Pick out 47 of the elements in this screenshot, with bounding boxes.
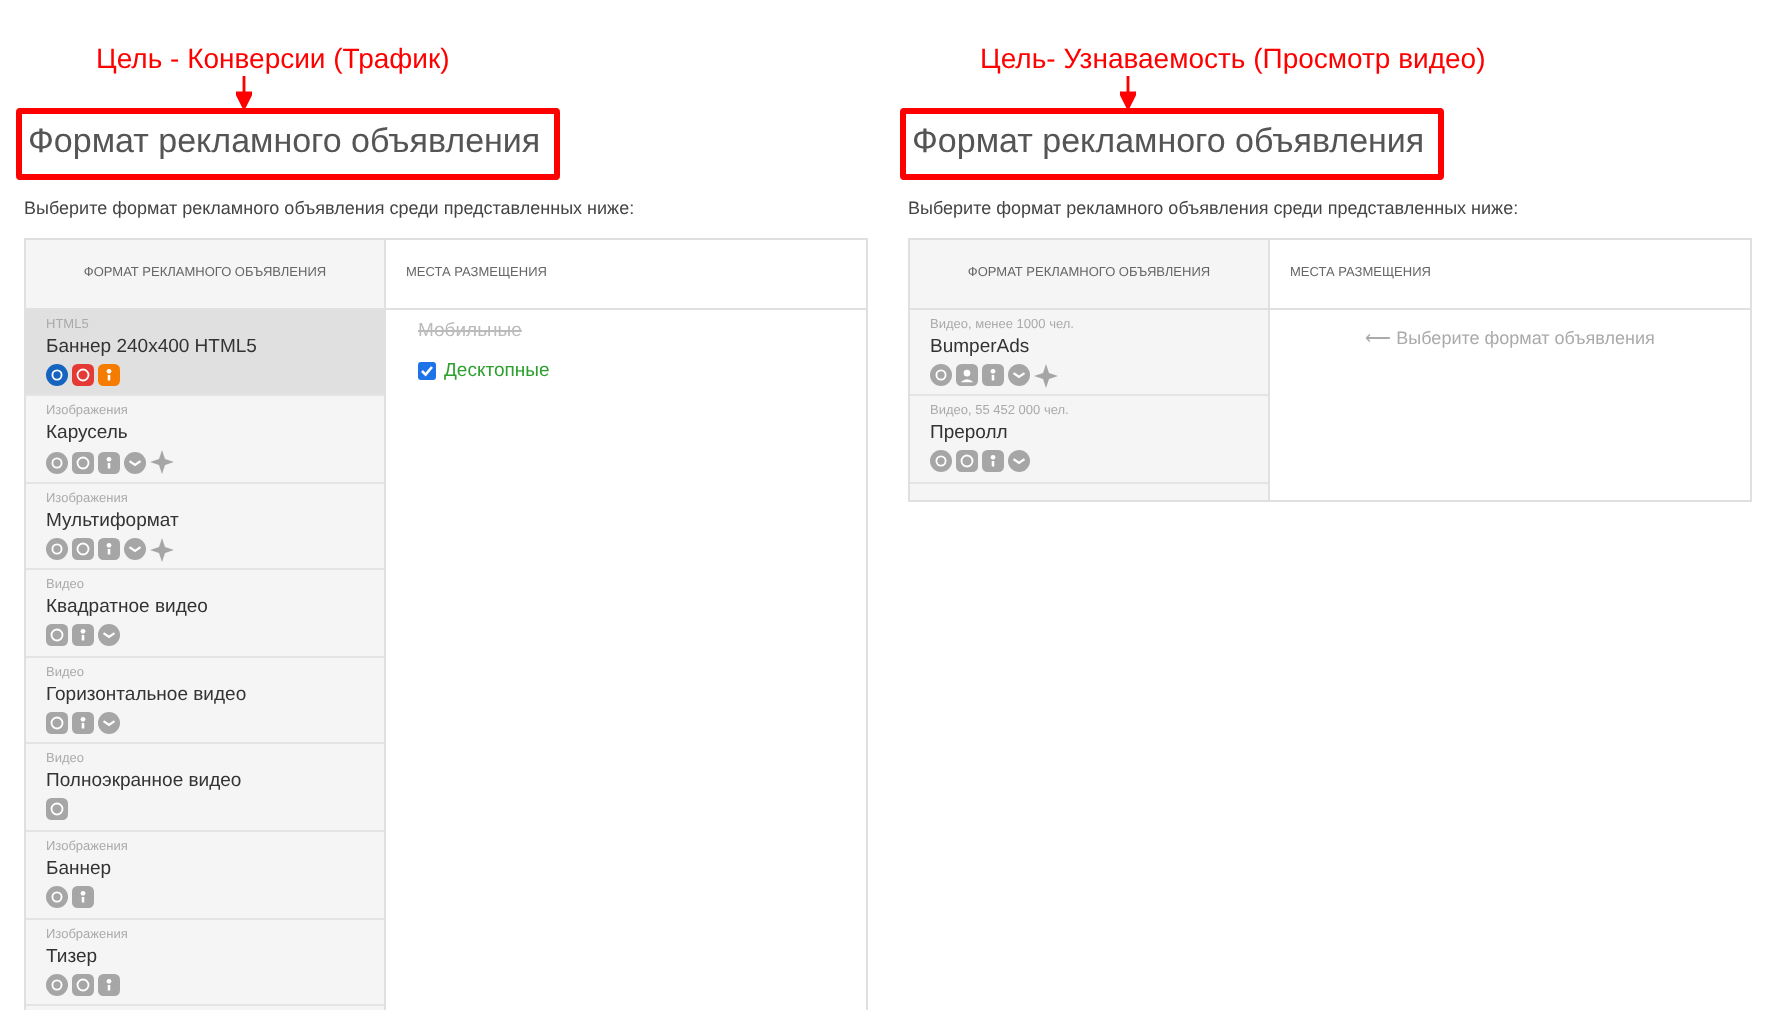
chat-icon [124, 538, 146, 561]
format-name: Полноэкранное видео [46, 768, 244, 795]
figure-icon [72, 711, 94, 734]
format-name: Преролл [930, 420, 1010, 447]
format-name: Баннер 240x400 HTML5 [46, 333, 259, 359]
figure-icon [98, 363, 120, 385]
sparkle-icon [150, 450, 174, 475]
target-icon [46, 624, 68, 647]
target-icon [72, 363, 94, 385]
target-icon [956, 450, 978, 473]
chat-icon [98, 624, 120, 647]
format-name: Баннер [46, 856, 114, 883]
instruction-text: Выберите формат рекламного объявления среди представленных ниже: [908, 196, 1521, 222]
section-heading: Формат рекламного объявления [28, 122, 541, 160]
format-name: Тизер [46, 943, 100, 970]
figure-icon [982, 450, 1004, 473]
target-icon [46, 798, 68, 821]
checkbox[interactable] [418, 362, 436, 381]
target-icon [72, 451, 94, 474]
people-icon [956, 364, 978, 386]
chat-icon [1008, 450, 1030, 473]
format-name: Квадратное видео [46, 594, 210, 621]
chat-icon [1008, 364, 1030, 386]
target-icon [46, 711, 68, 734]
chat-icon [98, 711, 120, 734]
figure-icon [72, 886, 94, 909]
format-name: Горизонтальное видео [46, 681, 249, 708]
figure-icon [72, 624, 94, 647]
sparkle-icon [150, 537, 174, 562]
format-name: BumperAds [930, 333, 1032, 359]
target-icon [72, 973, 94, 996]
figure-icon [982, 364, 1004, 386]
instruction-text: Выберите формат рекламного объявления среди представленных ниже: [24, 196, 637, 222]
goal-annotation: Цель - Конверсии (Трафик) [96, 40, 450, 76]
section-heading: Формат рекламного объявления [912, 122, 1425, 160]
target-icon [72, 538, 94, 561]
sparkle-icon [1034, 363, 1058, 387]
figure-icon [98, 538, 120, 561]
figure-icon [98, 451, 120, 474]
placement-label: Десктопные [444, 357, 550, 386]
format-name: Мультиформат [46, 507, 181, 534]
format-name: Карусель [46, 420, 130, 447]
figure-icon [98, 973, 120, 996]
hint-text: ⟵ Выберите формат объявления [1365, 325, 1655, 352]
goal-annotation: Цель- Узнаваемость (Просмотр видео) [980, 40, 1486, 76]
chat-icon [124, 451, 146, 474]
placement-label: Мобильные [418, 317, 522, 345]
